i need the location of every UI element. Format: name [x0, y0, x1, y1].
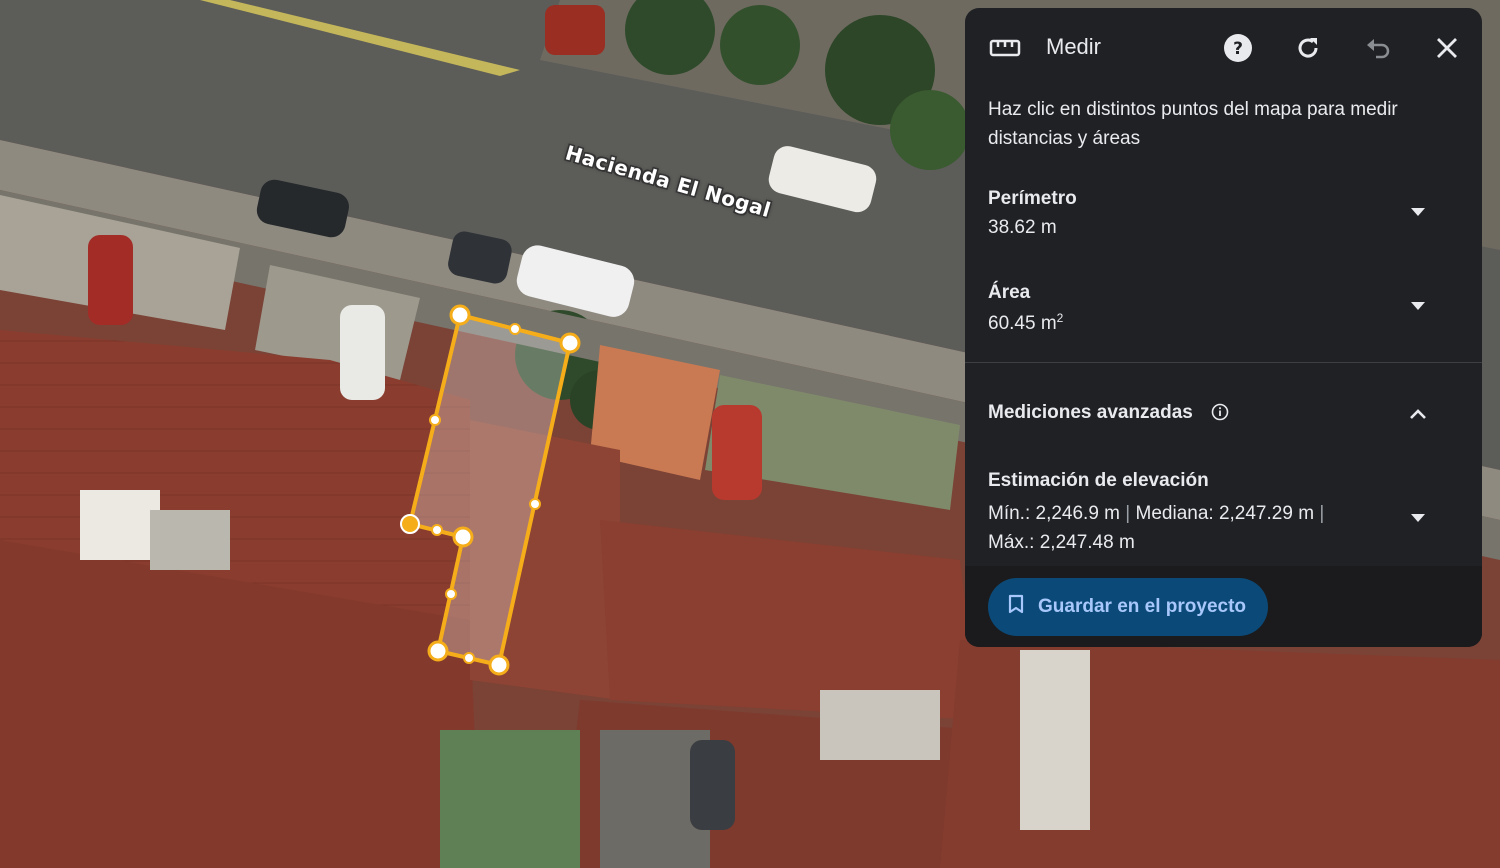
- chevron-down-icon[interactable]: [1408, 508, 1428, 528]
- panel-header: Medir ?: [965, 8, 1482, 88]
- info-icon[interactable]: [1211, 403, 1229, 426]
- separator: |: [1125, 503, 1131, 524]
- area-row[interactable]: Área 60.45 m2: [965, 282, 1482, 352]
- elevation-estimate-row[interactable]: Estimación de elevación Mín.: 2,246.9 m …: [965, 468, 1482, 568]
- save-to-project-label: Guardar en el proyecto: [1038, 596, 1247, 617]
- bookmark-icon: [1008, 594, 1024, 620]
- elevation-min: Mín.: 2,246.9 m: [988, 503, 1121, 524]
- save-to-project-button[interactable]: Guardar en el proyecto: [988, 578, 1269, 636]
- undo-icon[interactable]: [1362, 32, 1394, 64]
- elevation-max: Máx.: 2,247.48 m: [988, 532, 1135, 553]
- advanced-measurements-toggle[interactable]: Mediciones avanzadas: [965, 400, 1482, 430]
- separator: |: [1319, 503, 1325, 524]
- advanced-measurements-label: Mediciones avanzadas: [988, 402, 1193, 423]
- help-icon[interactable]: ?: [1222, 32, 1254, 64]
- chevron-down-icon[interactable]: [1408, 296, 1428, 316]
- elevation-label: Estimación de elevación: [988, 470, 1209, 491]
- measure-panel: Medir ? Haz clic en distintos puntos del…: [965, 8, 1482, 647]
- close-icon[interactable]: [1431, 32, 1463, 64]
- elevation-stats: Mín.: 2,246.9 m | Mediana: 2,247.29 m | …: [988, 499, 1388, 557]
- measure-instructions: Haz clic en distintos puntos del mapa pa…: [988, 99, 1398, 149]
- svg-text:?: ?: [1233, 39, 1243, 59]
- elevation-median: Mediana: 2,247.29 m: [1135, 503, 1315, 524]
- perimeter-value: 38.62 m: [988, 217, 1057, 238]
- panel-divider: [965, 362, 1482, 363]
- area-label: Área: [988, 282, 1031, 303]
- chevron-up-icon[interactable]: [1408, 404, 1428, 424]
- panel-title: Medir: [1046, 34, 1102, 59]
- refresh-icon[interactable]: [1292, 32, 1324, 64]
- panel-footer: Guardar en el proyecto: [965, 566, 1482, 647]
- chevron-down-icon[interactable]: [1408, 202, 1428, 222]
- perimeter-row[interactable]: Perímetro 38.62 m: [965, 188, 1482, 258]
- area-value: 60.45 m2: [988, 311, 1064, 334]
- ruler-icon: [989, 38, 1021, 63]
- perimeter-label: Perímetro: [988, 188, 1077, 209]
